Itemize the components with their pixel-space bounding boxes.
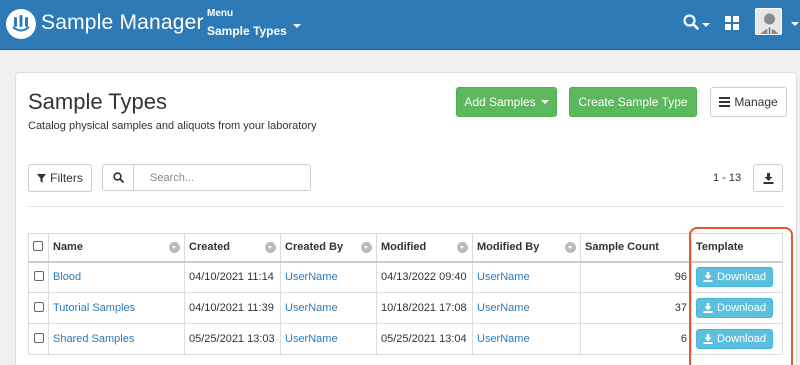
row-checkbox[interactable] bbox=[33, 270, 44, 281]
chevron-down-icon bbox=[702, 22, 710, 27]
page-title: Sample Types bbox=[28, 89, 168, 114]
search-icon bbox=[112, 172, 124, 183]
table-header-row: Name Created Created By Modified Modifie… bbox=[28, 233, 783, 263]
select-all-cell bbox=[28, 233, 49, 263]
created-by-link[interactable]: UserName bbox=[285, 302, 338, 314]
product-menu-button[interactable] bbox=[725, 16, 739, 35]
column-menu-icon[interactable] bbox=[361, 241, 372, 253]
filters-label: Filters bbox=[50, 171, 83, 185]
row-checkbox[interactable] bbox=[33, 301, 44, 312]
export-button[interactable] bbox=[753, 164, 783, 192]
column-header-created-by[interactable]: Created By bbox=[280, 233, 377, 263]
chevron-down-icon bbox=[292, 24, 301, 28]
user-avatar[interactable] bbox=[755, 8, 782, 35]
table-row: Tutorial Samples 04/10/2021 11:39 UserNa… bbox=[28, 292, 783, 324]
column-header-sample-count[interactable]: Sample Count bbox=[580, 233, 692, 263]
modified-by-link[interactable]: UserName bbox=[477, 271, 530, 283]
filters-button[interactable]: Filters bbox=[28, 164, 92, 192]
column-header-name[interactable]: Name bbox=[48, 233, 185, 263]
chevron-down-icon[interactable] bbox=[791, 22, 799, 26]
top-navbar: Sample Manager Menu Sample Types bbox=[0, 0, 800, 50]
search-input[interactable] bbox=[134, 165, 310, 190]
section-menu[interactable]: Menu Sample Types bbox=[207, 8, 301, 40]
modified-by-link[interactable]: UserName bbox=[477, 302, 530, 314]
sample-types-table: Name Created Created By Modified Modifie… bbox=[28, 233, 783, 355]
select-all-checkbox[interactable] bbox=[33, 240, 43, 251]
sample-type-link[interactable]: Shared Samples bbox=[53, 333, 134, 345]
column-menu-icon[interactable] bbox=[565, 241, 576, 253]
search-icon bbox=[683, 14, 699, 30]
modified-cell: 05/25/2021 13:04 bbox=[376, 323, 473, 355]
toolbar-divider bbox=[28, 206, 783, 207]
manage-label: Manage bbox=[734, 95, 778, 109]
column-menu-icon[interactable] bbox=[457, 241, 468, 253]
user-icon bbox=[756, 9, 781, 34]
pagination-info: 1 - 13 bbox=[713, 172, 742, 184]
search-addon bbox=[103, 165, 134, 190]
row-checkbox[interactable] bbox=[33, 332, 44, 343]
column-menu-icon[interactable] bbox=[169, 241, 180, 253]
column-menu-icon[interactable] bbox=[265, 241, 276, 253]
created-by-link[interactable]: UserName bbox=[285, 271, 338, 283]
sample-count-cell: 6 bbox=[580, 323, 692, 355]
app-logo-icon[interactable] bbox=[6, 9, 36, 39]
created-by-link[interactable]: UserName bbox=[285, 333, 338, 345]
column-header-modified-by[interactable]: Modified By bbox=[472, 233, 581, 263]
created-cell: 05/25/2021 13:03 bbox=[184, 323, 281, 355]
sample-count-cell: 37 bbox=[580, 292, 692, 324]
table-row: Blood 04/10/2021 11:14 UserName 04/13/20… bbox=[28, 261, 783, 293]
table-row: Shared Samples 05/25/2021 13:03 UserName… bbox=[28, 323, 783, 355]
app-title[interactable]: Sample Manager bbox=[41, 11, 204, 35]
template-column-highlight bbox=[689, 227, 793, 365]
search-menu-button[interactable] bbox=[683, 14, 710, 30]
modified-by-link[interactable]: UserName bbox=[477, 333, 530, 345]
sample-type-link[interactable]: Tutorial Samples bbox=[53, 302, 135, 314]
sample-count-cell: 96 bbox=[580, 261, 692, 293]
add-samples-label: Add Samples bbox=[464, 95, 536, 109]
grid-icon bbox=[725, 16, 739, 30]
hamburger-icon bbox=[719, 97, 731, 107]
download-icon bbox=[763, 172, 773, 184]
search-box bbox=[102, 164, 311, 191]
filter-icon bbox=[37, 173, 47, 183]
create-sample-type-button[interactable]: Create Sample Type bbox=[569, 87, 697, 117]
menu-label: Menu bbox=[207, 8, 234, 19]
sample-type-link[interactable]: Blood bbox=[53, 271, 81, 283]
modified-cell: 04/13/2022 09:40 bbox=[376, 261, 473, 293]
created-cell: 04/10/2021 11:39 bbox=[184, 292, 281, 324]
page-subtitle: Catalog physical samples and aliquots fr… bbox=[28, 120, 317, 132]
chevron-down-icon bbox=[540, 100, 549, 104]
manage-button[interactable]: Manage bbox=[710, 87, 787, 117]
create-sample-type-label: Create Sample Type bbox=[578, 95, 688, 109]
modified-cell: 10/18/2021 17:08 bbox=[376, 292, 473, 324]
created-cell: 04/10/2021 11:14 bbox=[184, 261, 281, 293]
column-header-modified[interactable]: Modified bbox=[376, 233, 473, 263]
add-samples-button[interactable]: Add Samples bbox=[456, 87, 557, 117]
menu-current-section: Sample Types bbox=[207, 24, 287, 38]
column-header-created[interactable]: Created bbox=[184, 233, 281, 263]
